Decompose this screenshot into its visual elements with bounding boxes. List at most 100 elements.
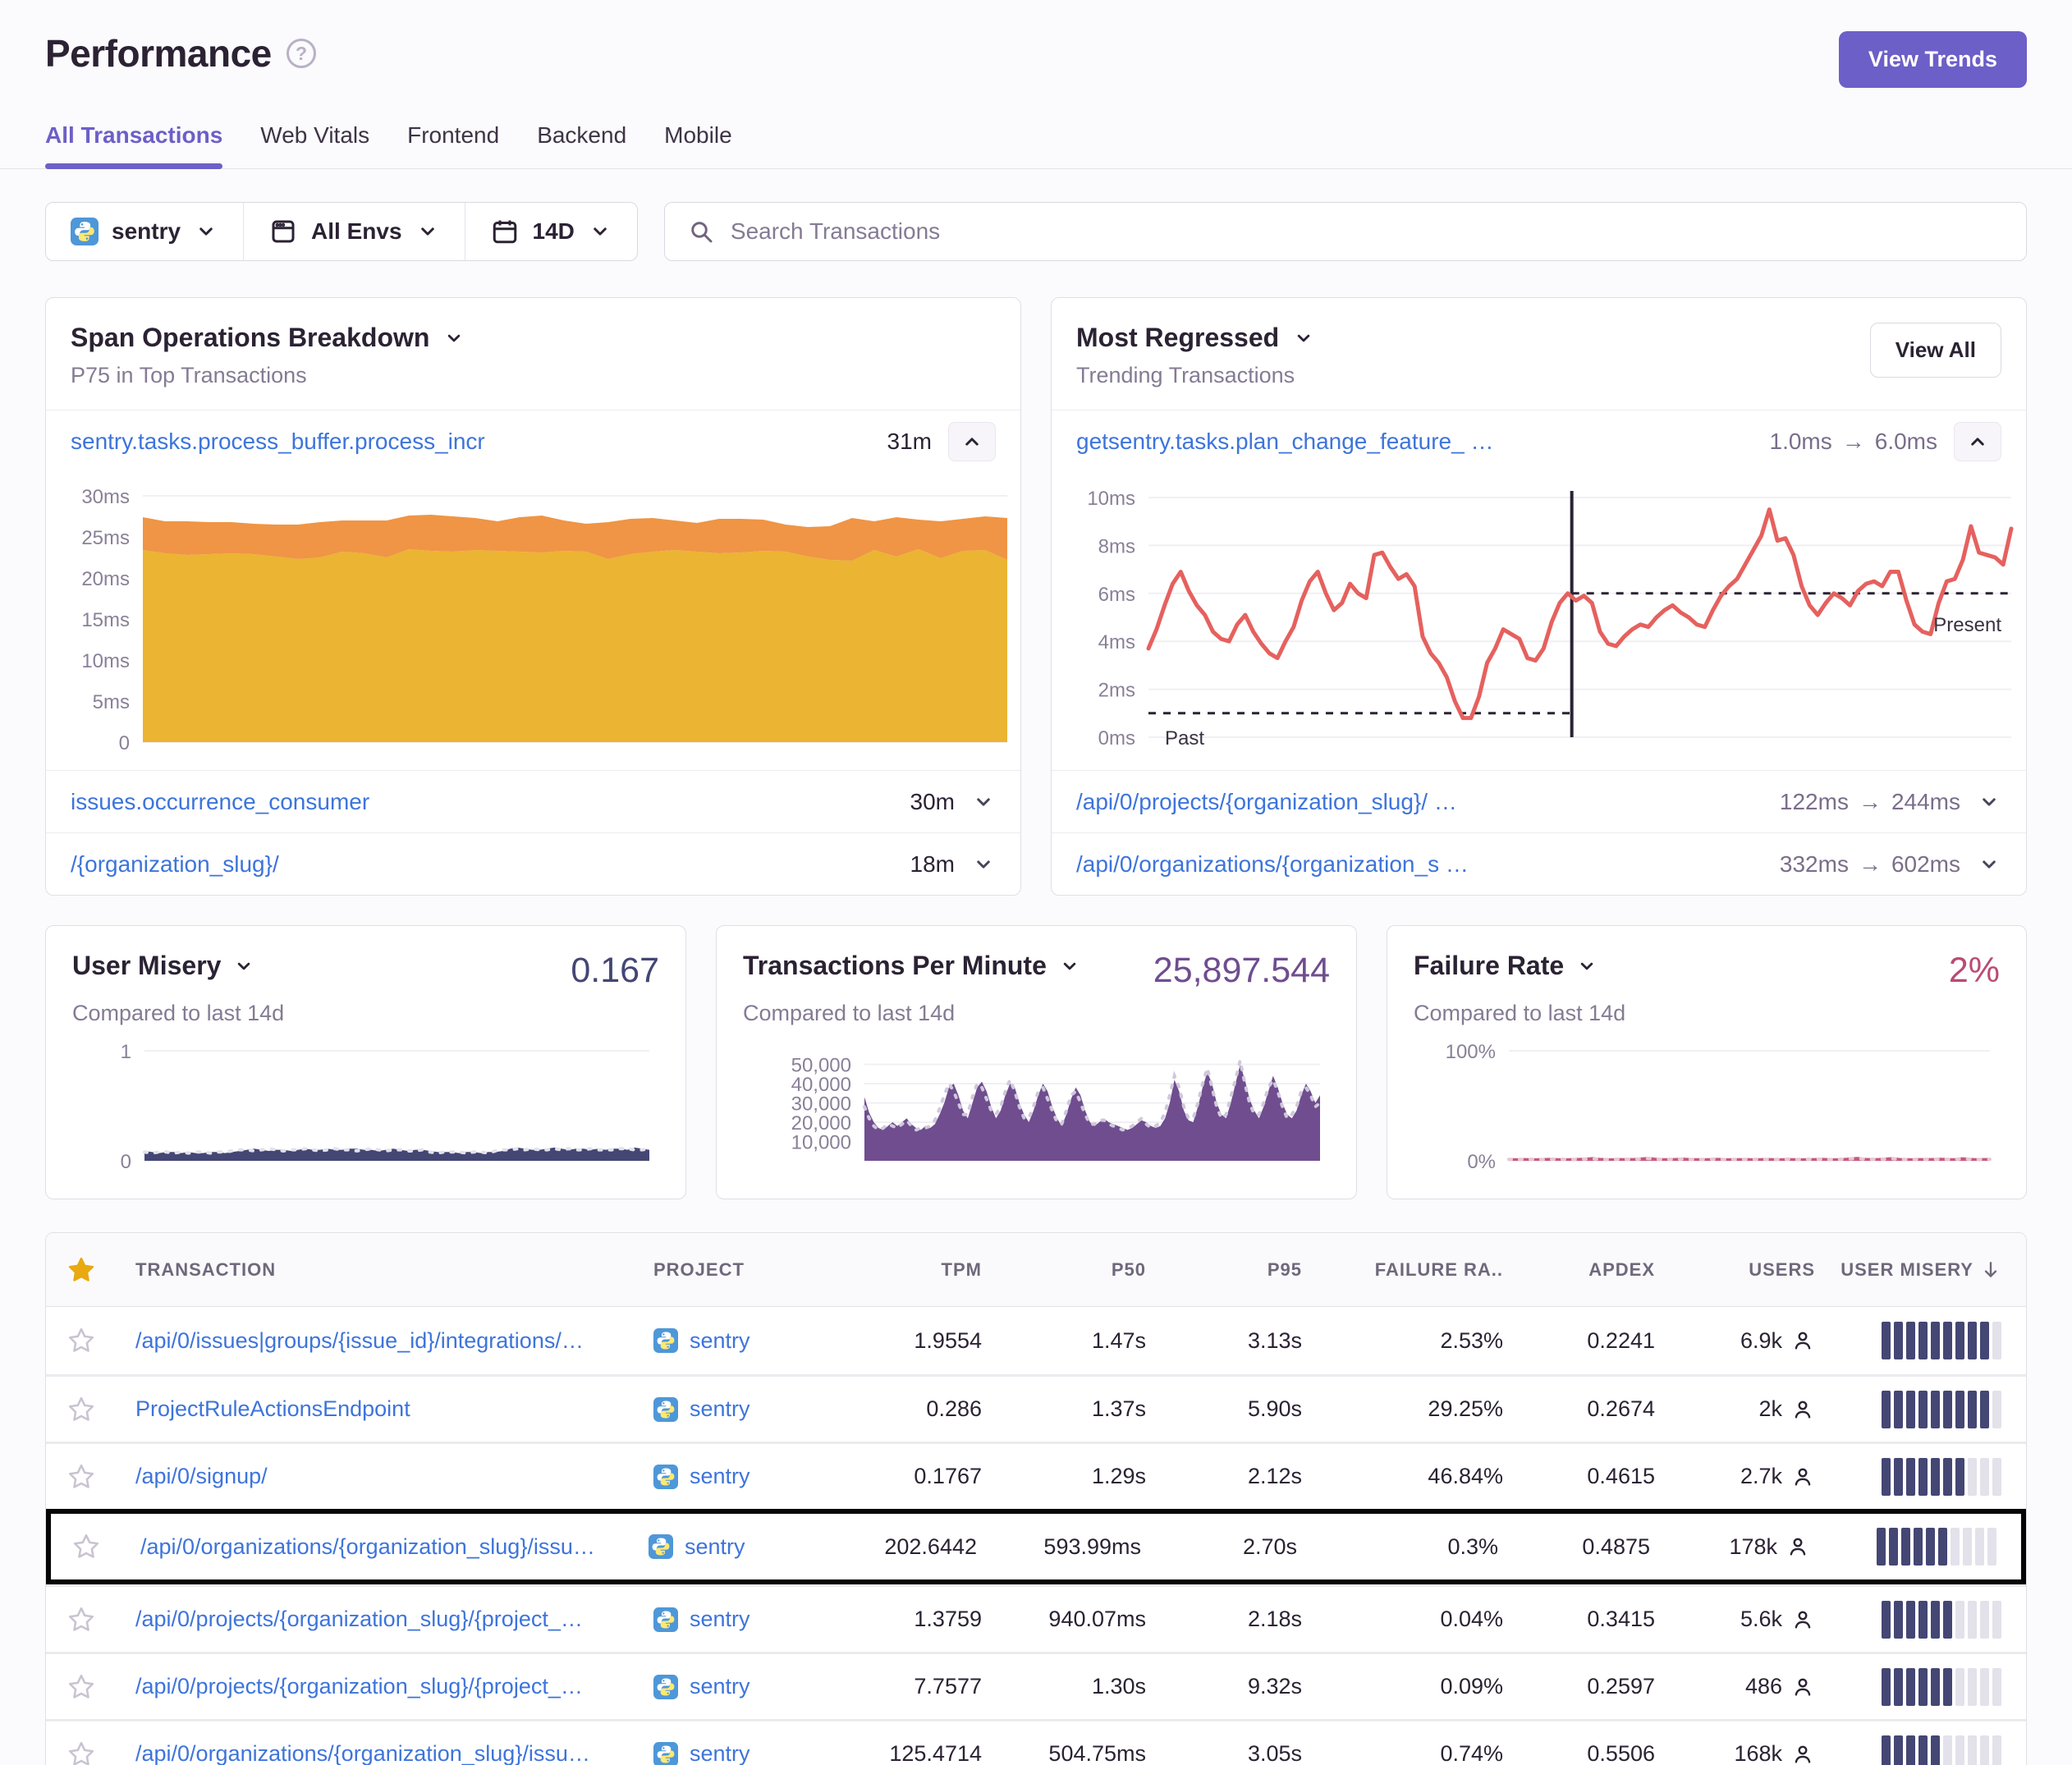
star-icon[interactable] [46, 1462, 116, 1492]
tab-bar: All Transactions Web Vitals Frontend Backen… [45, 122, 2027, 168]
tpm-value: 1.3759 [842, 1607, 982, 1632]
misery-bar [1992, 1391, 2001, 1428]
expand-chevron-down-button[interactable] [1977, 852, 2001, 877]
transaction-link[interactable]: /api/0/organizations/{organization_s … [1076, 851, 1780, 878]
mini-panel-title[interactable]: Transactions Per Minute [743, 951, 1081, 981]
star-icon[interactable] [46, 1605, 116, 1634]
transaction-link[interactable]: ProjectRuleActionsEndpoint [116, 1396, 653, 1422]
misery-bar [1931, 1735, 1940, 1765]
project-link[interactable]: sentry [690, 1464, 750, 1489]
date-range-filter[interactable]: 14D [465, 203, 637, 260]
column-header-p95[interactable]: P95 [1146, 1259, 1302, 1281]
tab-web-vitals[interactable]: Web Vitals [260, 122, 369, 168]
p50-value: 1.37s [982, 1396, 1146, 1422]
expand-chevron-down-button[interactable] [971, 790, 996, 814]
mini-panel-title[interactable]: Failure Rate [1414, 951, 1598, 981]
tab-backend[interactable]: Backend [537, 122, 626, 168]
mini-panel-title[interactable]: User Misery [72, 951, 255, 981]
failure-value: 29.25% [1302, 1396, 1503, 1422]
help-icon[interactable]: ? [287, 39, 316, 68]
transaction-link[interactable]: /api/0/projects/{organization_slug}/ … [1076, 789, 1780, 815]
misery-bar [1968, 1458, 1977, 1496]
tab-frontend[interactable]: Frontend [407, 122, 499, 168]
project-filter[interactable]: sentry [46, 203, 243, 260]
column-header-apdex[interactable]: APDEX [1503, 1259, 1655, 1281]
transaction-link[interactable]: /api/0/issues|groups/{issue_id}/integrat… [116, 1328, 653, 1354]
transaction-link[interactable]: /api/0/projects/{organization_slug}/{pro… [116, 1674, 653, 1699]
transaction-link[interactable]: /{organization_slug}/ [71, 851, 910, 878]
star-icon[interactable] [46, 1740, 116, 1765]
transaction-link[interactable]: sentry.tasks.process_buffer.process_incr [71, 429, 887, 455]
misery-bar [1931, 1458, 1940, 1496]
project-link[interactable]: sentry [690, 1741, 750, 1765]
view-trends-button[interactable]: View Trends [1839, 31, 2027, 88]
column-header-project[interactable]: PROJECT [653, 1259, 842, 1281]
transactions-table: TRANSACTIONPROJECTTPMP50P95FAILURE RA..A… [45, 1232, 2027, 1765]
transaction-link[interactable]: /api/0/organizations/{organization_slug}… [116, 1741, 653, 1765]
user-misery-bars [1815, 1458, 2026, 1496]
mini-panel-title-text: Failure Rate [1414, 951, 1564, 981]
environment-filter-label: All Envs [311, 218, 401, 245]
user-misery-bars [1815, 1735, 2026, 1765]
search-transactions-input[interactable] [731, 218, 2003, 245]
misery-bar [1894, 1735, 1903, 1765]
column-header-transaction[interactable]: TRANSACTION [116, 1259, 653, 1281]
column-header-tpm[interactable]: TPM [842, 1259, 982, 1281]
mini-panel-title-text: User Misery [72, 951, 221, 981]
failure_trend-chart: 100%0% [1414, 1038, 2000, 1176]
project-link[interactable]: sentry [690, 1607, 750, 1632]
p50-value: 504.75ms [982, 1741, 1146, 1765]
span-operations-title[interactable]: Span Operations Breakdown [71, 323, 465, 353]
chevron-down-icon [442, 327, 465, 350]
transaction-link[interactable]: getsentry.tasks.plan_change_feature_ … [1076, 429, 1770, 455]
project-link[interactable]: sentry [685, 1534, 745, 1560]
view-all-button[interactable]: View All [1870, 323, 2001, 378]
star-icon[interactable] [51, 1532, 121, 1561]
collapse-chevron-up-button[interactable] [1954, 422, 2001, 461]
mini-panel-value: 25,897.544 [1153, 951, 1330, 991]
misery-bar [1918, 1668, 1928, 1706]
misery-bar [1980, 1601, 1989, 1639]
misery-bar [1943, 1601, 1952, 1639]
environment-filter[interactable]: All Envs [243, 203, 464, 260]
misery-bar [1992, 1601, 2001, 1639]
star-icon[interactable] [46, 1672, 116, 1702]
failure-value: 46.84% [1302, 1464, 1503, 1489]
star-icon[interactable] [46, 1326, 116, 1355]
span-operation-row: issues.occurrence_consumer30m [46, 770, 1020, 832]
transaction-link[interactable]: /api/0/projects/{organization_slug}/{pro… [116, 1607, 653, 1632]
most-regressed-title[interactable]: Most Regressed [1076, 323, 1315, 353]
p95-value: 9.32s [1146, 1674, 1302, 1699]
project-link[interactable]: sentry [690, 1674, 750, 1699]
collapse-chevron-up-button[interactable] [948, 422, 996, 461]
python-project-icon [653, 1675, 678, 1699]
summary-panels: User Misery0.167Compared to last 14d10Tr… [0, 925, 2072, 1199]
span_breakdown-chart: 30ms25ms20ms15ms10ms5ms0 [46, 473, 1020, 770]
expand-chevron-down-button[interactable] [1977, 790, 2001, 814]
project-link[interactable]: sentry [690, 1328, 750, 1354]
project-link[interactable]: sentry [690, 1396, 750, 1422]
apdex-value: 0.2674 [1503, 1396, 1655, 1422]
column-header-users[interactable]: USERS [1655, 1259, 1815, 1281]
misery-bar [1975, 1528, 1984, 1566]
regression-from-value: 1.0ms [1770, 429, 1832, 455]
transaction-link[interactable]: /api/0/signup/ [116, 1464, 653, 1489]
tab-mobile[interactable]: Mobile [664, 122, 731, 168]
project-cell: sentry [653, 1464, 842, 1489]
svg-text:15ms: 15ms [81, 609, 130, 631]
column-header-p50[interactable]: P50 [982, 1259, 1146, 1281]
tab-all-transactions[interactable]: All Transactions [45, 122, 222, 168]
column-header-failure[interactable]: FAILURE RA.. [1302, 1259, 1503, 1281]
svg-text:6ms: 6ms [1098, 584, 1135, 606]
star-icon[interactable] [46, 1395, 116, 1424]
expand-chevron-down-button[interactable] [971, 852, 996, 877]
project-cell: sentry [653, 1741, 842, 1765]
svg-text:8ms: 8ms [1098, 535, 1135, 557]
person-icon [1790, 1742, 1815, 1765]
transaction-link[interactable]: issues.occurrence_consumer [71, 789, 910, 815]
column-header-misery[interactable]: USER MISERY [1815, 1259, 2026, 1281]
table-row-selected: /api/0/organizations/{organization_slug}… [46, 1509, 2026, 1584]
duration-value: 31m [887, 429, 932, 455]
transaction-link[interactable]: /api/0/organizations/{organization_slug}… [121, 1534, 649, 1560]
svg-text:25ms: 25ms [81, 527, 130, 549]
